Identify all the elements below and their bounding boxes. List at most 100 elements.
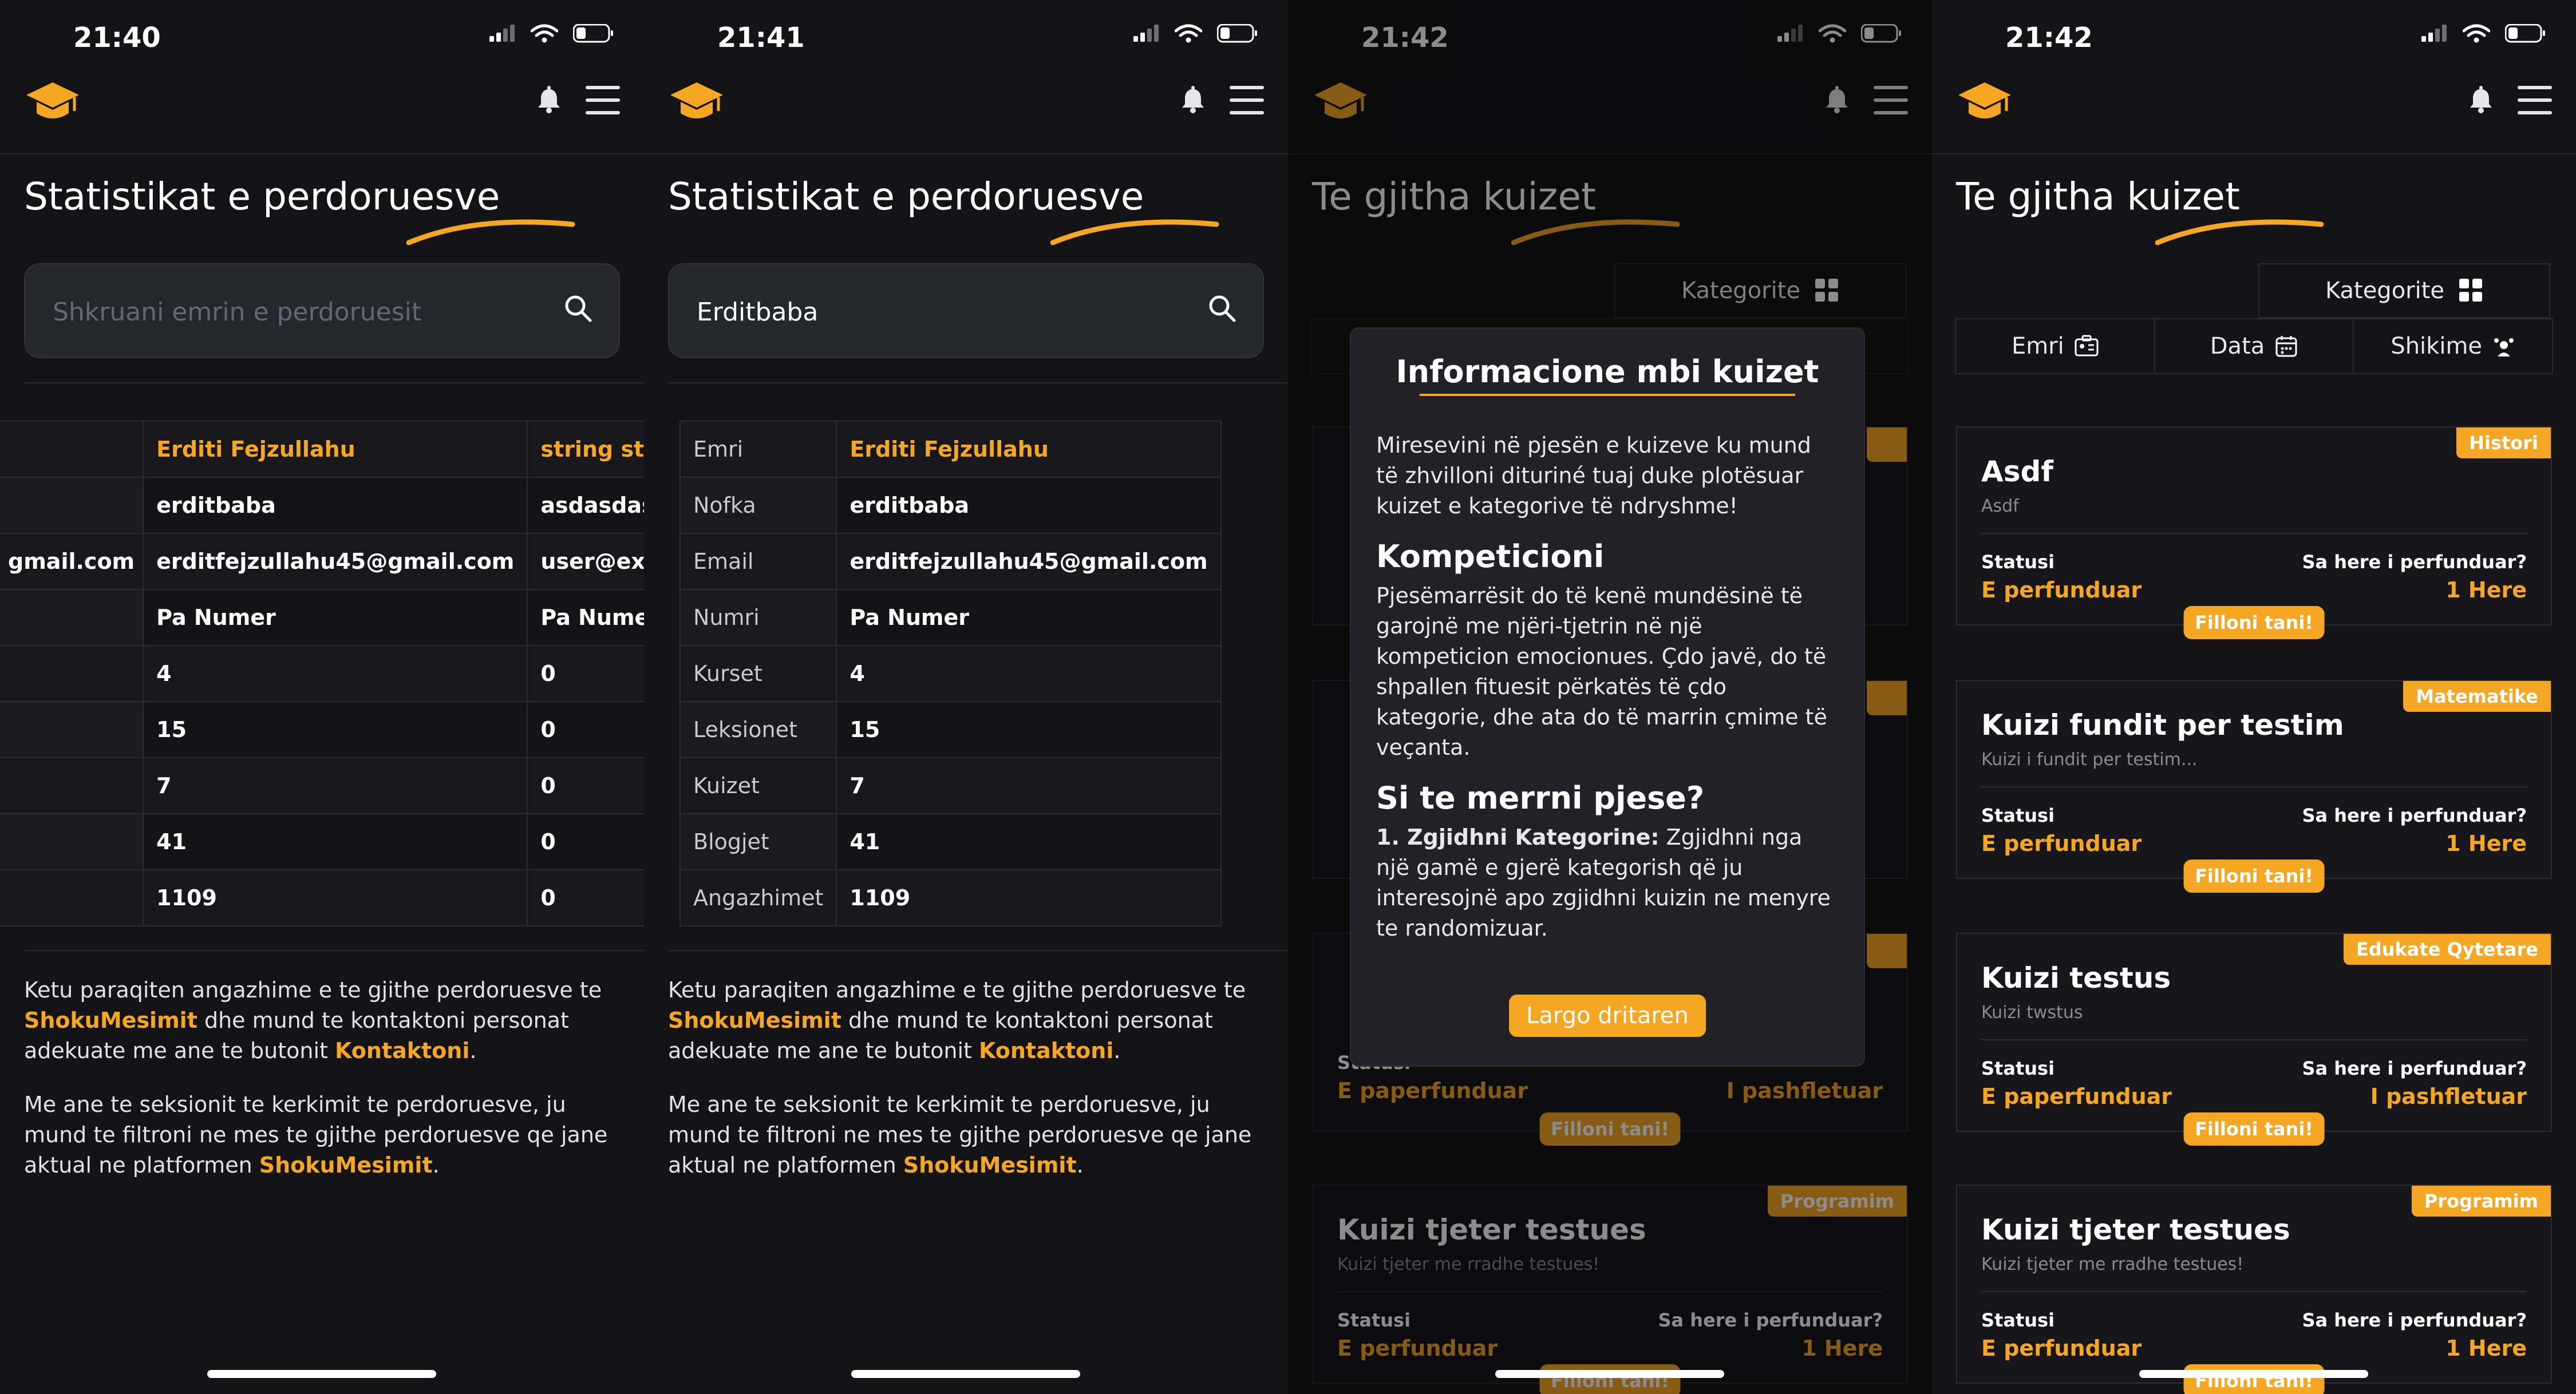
quiz-card[interactable]: Edukate Qytetare Kuizi testus Kuizi twst…	[1956, 933, 2552, 1146]
filter-label: Data	[2210, 333, 2265, 359]
stats-table: Erditi Fejzullahustring strir erditbabaa…	[0, 421, 644, 926]
table-row: Nofka erditbaba	[679, 477, 1222, 534]
hamburger-menu-icon[interactable]	[1230, 85, 1264, 116]
search-input[interactable]: Erditbaba	[668, 263, 1264, 358]
table-cell: Pa Numer	[527, 589, 644, 646]
sort-by-views[interactable]: Shikime	[2354, 319, 2552, 373]
brand-link[interactable]: ShokuMesimit	[668, 1008, 841, 1033]
table-cell	[0, 757, 144, 814]
status-label: Statusi	[1981, 1058, 2055, 1079]
home-indicator[interactable]	[1495, 1370, 1724, 1378]
search-icon[interactable]	[1208, 294, 1238, 324]
table-value: 15	[836, 701, 1222, 758]
count-value: 1 Here	[2445, 831, 2527, 856]
screen-user-stats-2: 21:41 Statistikat e perdoruesve Erditbab…	[644, 0, 1288, 1394]
quiz-subtitle: Kuizi tjeter me rradhe testues!	[1981, 1254, 2244, 1274]
start-quiz-button[interactable]: Filloni tani!	[2183, 1112, 2325, 1146]
bell-icon[interactable]	[2467, 86, 2495, 114]
table-value: Pa Numer	[836, 589, 1222, 646]
search-input[interactable]: Shkruani emrin e perdoruesit	[24, 263, 620, 358]
signal-icon	[2421, 25, 2447, 42]
screen-quizzes: 21:42 Te gjitha kuizet Kategorite Emri D…	[1932, 0, 2576, 1394]
status-value: E perfunduar	[1981, 1336, 2142, 1361]
status-value: E perfunduar	[1981, 577, 2142, 603]
graduation-cap-icon[interactable]	[24, 76, 81, 126]
stats-table: Emri Erditi Fejzullahu Nofka erditbaba Ema…	[679, 421, 1222, 926]
bell-icon[interactable]	[1179, 86, 1207, 114]
start-quiz-button[interactable]: Filloni tani!	[2183, 1364, 2325, 1394]
table-cell	[0, 589, 144, 646]
brand-link[interactable]: ShokuMesimit	[259, 1153, 433, 1178]
table-row: 41 0	[0, 813, 644, 870]
quiz-subtitle: Kuizi twstus	[1981, 1003, 2083, 1023]
start-quiz-button[interactable]: Filloni tani!	[2183, 860, 2325, 893]
graduation-cap-icon[interactable]	[668, 76, 725, 126]
search-placeholder: Shkruani emrin e perdoruesit	[53, 298, 422, 327]
quiz-card[interactable]: Programim Kuizi tjeter testues Kuizi tje…	[1956, 1185, 2552, 1394]
quiz-card[interactable]: Matematike Kuizi fundit per testim Kuizi…	[1956, 680, 2552, 893]
divider	[1981, 533, 2527, 534]
search-icon[interactable]	[564, 294, 594, 324]
page-title: Te gjitha kuizet	[1956, 175, 2240, 219]
table-row: 70	[0, 757, 644, 814]
table-cell: 1109	[143, 869, 528, 926]
info-paragraph: Me ane te seksionit te kerkimit te perdo…	[668, 1092, 1252, 1178]
table-row: Emri Erditi Fejzullahu	[679, 421, 1222, 478]
table-key: Numri	[679, 589, 837, 646]
table-key: Blogjet	[679, 813, 837, 870]
count-label: Sa here i perfunduar?	[2302, 551, 2527, 573]
contact-link[interactable]: Kontaktoni	[979, 1038, 1113, 1063]
quiz-title: Asdf	[1981, 455, 2054, 488]
info-paragraph: Ketu paraqiten angazhime e te gjithe per…	[668, 977, 1246, 1063]
wifi-icon	[1175, 24, 1202, 43]
table-cell: 0	[527, 813, 644, 870]
hamburger-menu-icon[interactable]	[586, 85, 620, 116]
brand-link[interactable]: ShokuMesimit	[903, 1153, 1077, 1178]
title-underline-decoration	[2155, 213, 2327, 250]
battery-icon	[2505, 24, 2546, 43]
modal-body[interactable]: Miresevini në pjesën e kuizeve ku mund t…	[1376, 430, 1839, 951]
status-value: E paperfunduar	[1981, 1084, 2172, 1109]
status-bar: 21:40	[0, 0, 644, 74]
modal-title-underline	[1420, 394, 1795, 396]
table-cell: asdasdas	[527, 477, 644, 534]
table-cell: 15	[143, 701, 528, 758]
table-cell: erditfejzullahu45@gmail.com	[143, 533, 528, 590]
home-indicator[interactable]	[207, 1370, 436, 1378]
contact-link[interactable]: Kontaktoni	[335, 1038, 469, 1063]
calendar-icon	[2275, 336, 2297, 357]
close-modal-button[interactable]: Largo dritaren	[1509, 995, 1706, 1037]
status-label: Statusi	[1981, 551, 2055, 573]
category-badge: Histori	[2456, 427, 2551, 458]
table-row: Email erditfejzullahu45@gmail.com	[679, 533, 1222, 590]
start-quiz-button[interactable]: Filloni tani!	[2183, 606, 2325, 639]
count-value: I pashfletuar	[2370, 1084, 2527, 1109]
categories-label: Kategorite	[2325, 278, 2445, 304]
quiz-title: Kuizi testus	[1981, 961, 2171, 995]
table-value: Erditi Fejzullahu	[836, 421, 1222, 478]
sort-by-date[interactable]: Data	[2155, 319, 2354, 373]
quiz-card[interactable]: Histori Asdf Asdf Statusi Sa here i perf…	[1956, 426, 2552, 639]
bell-icon[interactable]	[535, 86, 563, 114]
categories-button[interactable]: Kategorite	[2258, 263, 2550, 318]
quiz-title: Kuizi fundit per testim	[1981, 708, 2344, 742]
home-indicator[interactable]	[851, 1370, 1080, 1378]
modal-title: Informacione mbi kuizet	[1396, 354, 1819, 390]
top-nav	[0, 74, 644, 155]
table-cell: 0	[527, 869, 644, 926]
table-value: 41	[836, 813, 1222, 870]
table-row: Blogjet 41	[679, 813, 1222, 870]
table-row: Kuizet 7	[679, 757, 1222, 814]
table-cell: 4	[143, 645, 528, 702]
grid-icon	[2459, 279, 2483, 302]
brand-link[interactable]: ShokuMesimit	[24, 1008, 197, 1033]
sort-by-name[interactable]: Emri	[1956, 319, 2155, 373]
status-bar: 21:41	[644, 0, 1288, 74]
table-cell: user@exa	[527, 533, 644, 590]
modal-text: Pjesëmarrësit do të kenë mundësinë të ga…	[1376, 583, 1827, 760]
table-row: 15 0	[0, 701, 644, 758]
hamburger-menu-icon[interactable]	[2518, 85, 2552, 116]
home-indicator[interactable]	[2139, 1370, 2368, 1378]
graduation-cap-icon[interactable]	[1956, 76, 2013, 126]
quiz-title: Kuizi tjeter testues	[1981, 1213, 2290, 1246]
